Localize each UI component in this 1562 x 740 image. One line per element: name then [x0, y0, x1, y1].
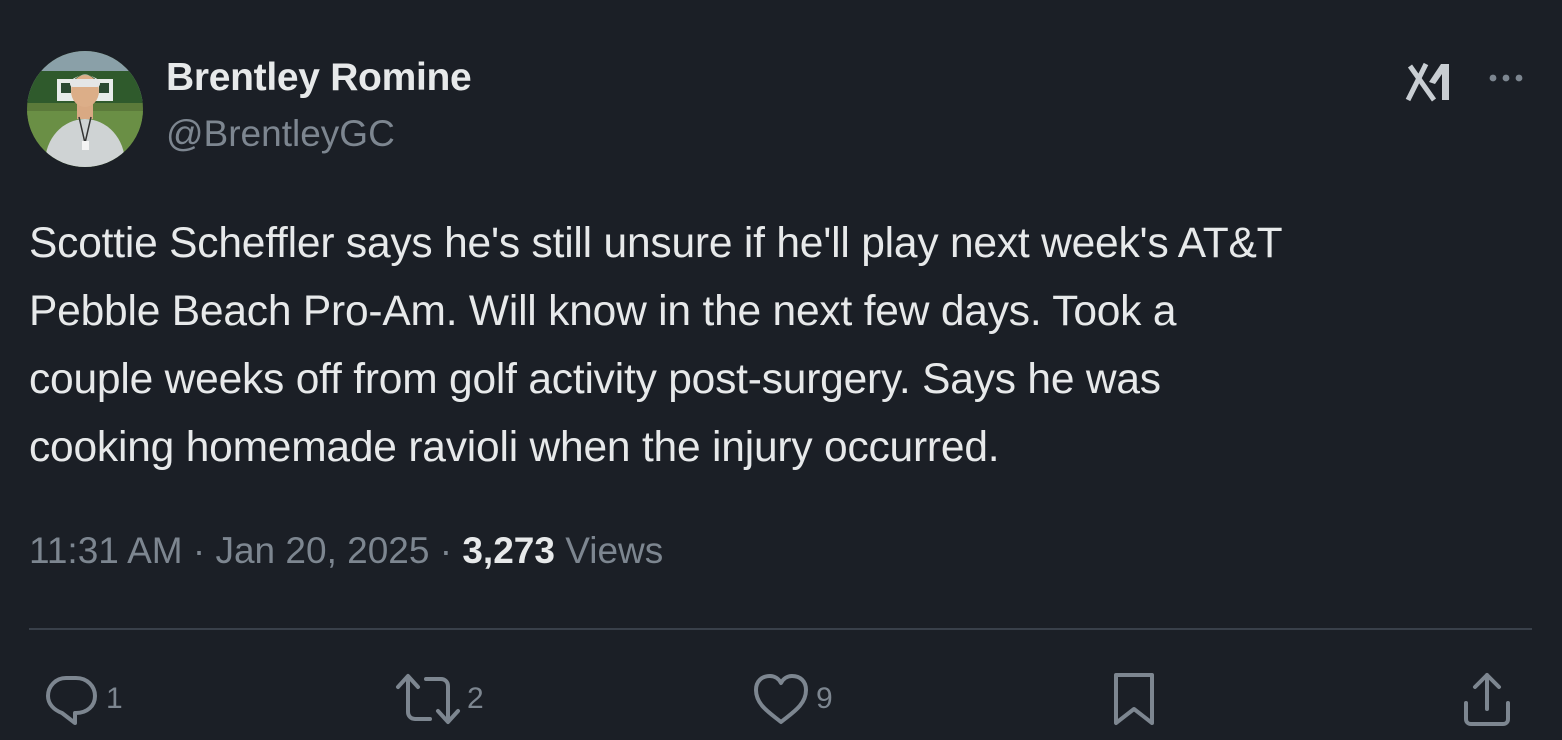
like-count: 9 [816, 682, 833, 715]
author-display-name[interactable]: Brentley Romine [166, 56, 472, 100]
reply-icon [46, 676, 97, 725]
share-icon [1464, 673, 1510, 726]
views-count[interactable]: 3,273 [462, 530, 555, 571]
reply-count: 1 [106, 682, 123, 715]
bookmark-icon [1114, 673, 1154, 725]
retweet-icon [396, 674, 460, 724]
retweet-button[interactable]: 2 [393, 668, 484, 730]
share-button[interactable] [1458, 668, 1516, 730]
divider [29, 628, 1532, 630]
reply-button[interactable]: 1 [42, 668, 123, 730]
avatar[interactable] [27, 51, 143, 167]
tweet-card: Brentley Romine @BrentleyGC Scottie Sche… [0, 0, 1562, 740]
tweet-text: Scottie Scheffler says he's still unsure… [29, 220, 1283, 471]
meta-separator: · [439, 530, 453, 571]
avatar-image [27, 51, 143, 167]
meta-separator: · [192, 530, 206, 571]
heart-icon [754, 674, 808, 724]
retweet-count: 2 [467, 682, 484, 715]
tweet-time[interactable]: 11:31 AM [29, 530, 183, 571]
x-logo-icon[interactable] [1405, 60, 1453, 104]
author-handle[interactable]: @BrentleyGC [166, 113, 395, 155]
tweet-metadata: 11:31 AM · Jan 20, 2025 · 3,273 Views [29, 530, 663, 572]
more-options-icon[interactable] [1484, 62, 1528, 94]
tweet-date[interactable]: Jan 20, 2025 [215, 530, 429, 571]
views-label: Views [565, 530, 664, 571]
bookmark-button[interactable] [1108, 668, 1160, 730]
like-button[interactable]: 9 [750, 668, 833, 730]
